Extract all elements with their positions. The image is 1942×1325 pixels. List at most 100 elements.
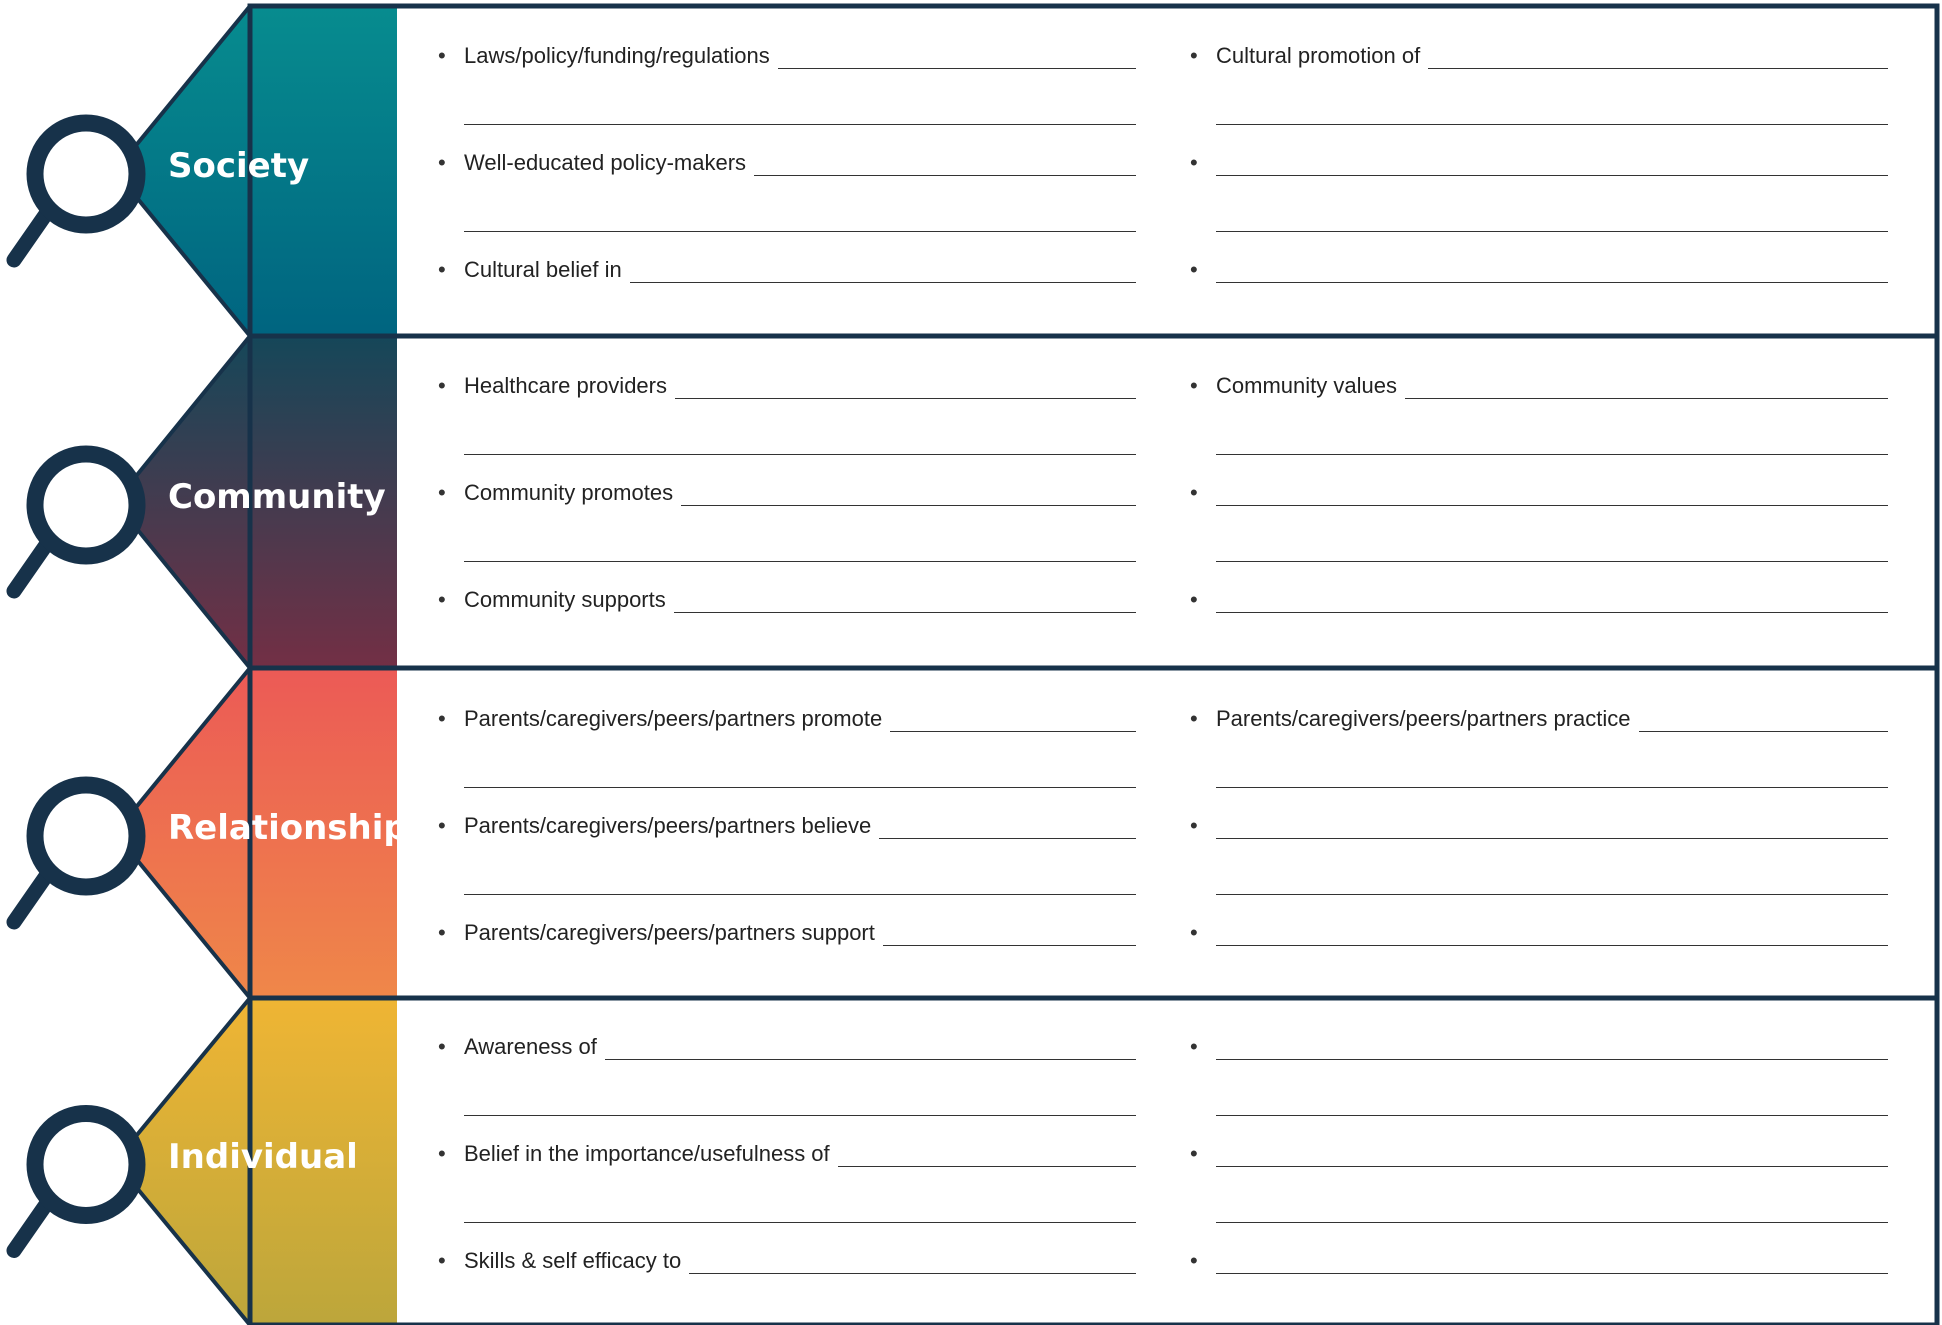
prompt-text: Community promotes bbox=[464, 478, 682, 508]
bullet-icon: • bbox=[1190, 150, 1198, 175]
worksheet: Society • Laws/policy/funding/regulations •… bbox=[0, 0, 1942, 1325]
level-label-relationship: Relationship bbox=[168, 811, 408, 845]
prompt-row-relationship-right[interactable]: • bbox=[1190, 811, 1888, 841]
prompt-row-society-left[interactable]: • Cultural belief in bbox=[438, 255, 1136, 285]
prompt-row-individual-left[interactable]: • Awareness of bbox=[438, 1032, 1136, 1062]
bullet-icon: • bbox=[438, 43, 446, 68]
prompt-text: Parents/caregivers/peers/partners believ… bbox=[464, 811, 880, 841]
fill-in-line[interactable] bbox=[1216, 561, 1888, 562]
bullet-icon: • bbox=[1190, 1034, 1198, 1059]
prompt-row-individual-right[interactable]: • bbox=[1190, 1246, 1888, 1276]
prompt-row-individual-left[interactable]: • Belief in the importance/usefulness of bbox=[438, 1139, 1136, 1169]
magnifying-glass-icon bbox=[6, 445, 146, 599]
bullet-icon: • bbox=[438, 1141, 446, 1166]
level-label-text: Society bbox=[168, 146, 310, 186]
magnifying-glass-icon bbox=[6, 114, 146, 268]
bullet-icon: • bbox=[438, 1248, 446, 1273]
level-label-text: Relationship bbox=[168, 808, 408, 848]
prompt-text: Skills & self efficacy to bbox=[464, 1246, 690, 1276]
prompt-row-individual-right[interactable]: • bbox=[1190, 1032, 1888, 1062]
prompt-row-relationship-left[interactable]: • Parents/caregivers/peers/partners promo… bbox=[438, 704, 1136, 734]
bullet-icon: • bbox=[1190, 43, 1198, 68]
bullet-icon: • bbox=[1190, 1248, 1198, 1273]
bullet-icon: • bbox=[1190, 920, 1198, 945]
fill-in-line[interactable] bbox=[1216, 612, 1888, 613]
fill-in-line[interactable] bbox=[1216, 1115, 1888, 1116]
fill-in-line[interactable] bbox=[464, 231, 1136, 232]
prompt-row-individual-right[interactable]: • bbox=[1190, 1139, 1888, 1169]
bullet-icon: • bbox=[1190, 706, 1198, 731]
prompt-text: Community supports bbox=[464, 585, 674, 615]
magnifying-glass-icon bbox=[6, 776, 146, 930]
bullet-icon: • bbox=[1190, 480, 1198, 505]
prompt-row-community-right[interactable]: • bbox=[1190, 478, 1888, 508]
bullet-icon: • bbox=[1190, 813, 1198, 838]
bullet-icon: • bbox=[1190, 373, 1198, 398]
fill-in-line[interactable] bbox=[1216, 231, 1888, 232]
fill-in-line[interactable] bbox=[1216, 175, 1888, 176]
fill-in-line[interactable] bbox=[1216, 282, 1888, 283]
bullet-icon: • bbox=[1190, 257, 1198, 282]
prompt-row-individual-left[interactable]: • Skills & self efficacy to bbox=[438, 1246, 1136, 1276]
bullet-icon: • bbox=[438, 480, 446, 505]
level-label-text: Individual bbox=[168, 1136, 358, 1177]
fill-in-line[interactable] bbox=[464, 1222, 1136, 1223]
fill-in-line[interactable] bbox=[464, 454, 1136, 455]
fill-in-line[interactable] bbox=[464, 124, 1136, 125]
bullet-icon: • bbox=[1190, 587, 1198, 612]
prompt-row-community-left[interactable]: • Healthcare providers bbox=[438, 371, 1136, 401]
prompt-text: Belief in the importance/usefulness of bbox=[464, 1139, 838, 1169]
fill-in-line[interactable] bbox=[464, 561, 1136, 562]
prompt-row-community-right[interactable]: • bbox=[1190, 585, 1888, 615]
prompt-row-relationship-right[interactable]: • Parents/caregivers/peers/partners pract… bbox=[1190, 704, 1888, 734]
fill-in-line[interactable] bbox=[464, 894, 1136, 895]
bullet-icon: • bbox=[438, 1034, 446, 1059]
level-label-text: Community bbox=[168, 477, 386, 517]
prompt-row-society-right[interactable]: • bbox=[1190, 255, 1888, 285]
prompt-row-society-left[interactable]: • Well-educated policy-makers bbox=[438, 148, 1136, 178]
prompt-row-community-right[interactable]: • Community values bbox=[1190, 371, 1888, 401]
bullet-icon: • bbox=[438, 920, 446, 945]
level-label-community: Community bbox=[168, 480, 386, 514]
prompt-text: Community values bbox=[1216, 371, 1405, 401]
level-label-society: Society bbox=[168, 149, 309, 183]
prompt-text: Parents/caregivers/peers/partners promot… bbox=[464, 704, 891, 734]
bullet-icon: • bbox=[438, 373, 446, 398]
level-banners bbox=[6, 3, 1940, 1325]
fill-in-line[interactable] bbox=[1216, 124, 1888, 125]
prompt-row-relationship-left[interactable]: • Parents/caregivers/peers/partners suppo… bbox=[438, 918, 1136, 948]
fill-in-line[interactable] bbox=[1216, 1273, 1888, 1274]
prompt-text: Healthcare providers bbox=[464, 371, 675, 401]
bullet-icon: • bbox=[1190, 1141, 1198, 1166]
prompt-row-society-right[interactable]: • Cultural promotion of bbox=[1190, 41, 1888, 71]
fill-in-line[interactable] bbox=[1216, 838, 1888, 839]
prompt-row-society-left[interactable]: • Laws/policy/funding/regulations bbox=[438, 41, 1136, 71]
fill-in-line[interactable] bbox=[1216, 945, 1888, 946]
fill-in-line[interactable] bbox=[1216, 505, 1888, 506]
prompt-row-society-right[interactable]: • bbox=[1190, 148, 1888, 178]
prompt-row-relationship-left[interactable]: • Parents/caregivers/peers/partners belie… bbox=[438, 811, 1136, 841]
bullet-icon: • bbox=[438, 150, 446, 175]
prompt-text: Laws/policy/funding/regulations bbox=[464, 41, 778, 71]
fill-in-line[interactable] bbox=[1216, 894, 1888, 895]
fill-in-line[interactable] bbox=[1216, 454, 1888, 455]
fill-in-line[interactable] bbox=[1216, 1059, 1888, 1060]
prompt-text: Well-educated policy-makers bbox=[464, 148, 755, 178]
prompt-row-relationship-right[interactable]: • bbox=[1190, 918, 1888, 948]
prompt-text: Cultural promotion of bbox=[1216, 41, 1429, 71]
fill-in-line[interactable] bbox=[1216, 1222, 1888, 1223]
bullet-icon: • bbox=[438, 587, 446, 612]
bullet-icon: • bbox=[438, 706, 446, 731]
fill-in-line[interactable] bbox=[1216, 1166, 1888, 1167]
bullet-icon: • bbox=[438, 813, 446, 838]
fill-in-line[interactable] bbox=[464, 787, 1136, 788]
prompt-text: Awareness of bbox=[464, 1032, 605, 1062]
prompt-text: Parents/caregivers/peers/partners practi… bbox=[1216, 704, 1639, 734]
prompt-row-community-left[interactable]: • Community supports bbox=[438, 585, 1136, 615]
prompt-row-community-left[interactable]: • Community promotes bbox=[438, 478, 1136, 508]
prompt-text: Cultural belief in bbox=[464, 255, 630, 285]
bullet-icon: • bbox=[438, 257, 446, 282]
fill-in-line[interactable] bbox=[464, 1115, 1136, 1116]
magnifying-glass-icon bbox=[6, 1105, 146, 1258]
fill-in-line[interactable] bbox=[1216, 787, 1888, 788]
